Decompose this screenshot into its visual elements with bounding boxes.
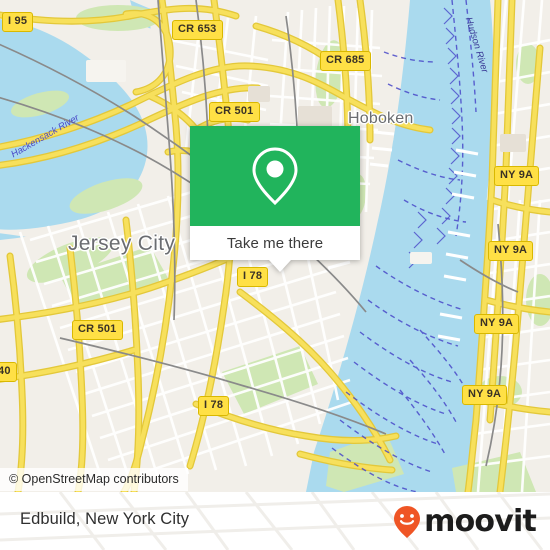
- moovit-map-screenshot: Hackensack River Hudson River Hoboken Je…: [0, 0, 550, 550]
- road-shield-cr653: CR 653: [172, 20, 223, 40]
- moovit-wordmark: moovit: [424, 504, 537, 539]
- take-me-there-button[interactable]: Take me there: [190, 226, 360, 260]
- road-shield-cr501-south: CR 501: [72, 320, 123, 340]
- map-canvas[interactable]: Hackensack River Hudson River Hoboken Je…: [0, 0, 550, 492]
- popup-pointer-tail: [269, 260, 291, 272]
- road-shield-cr685: CR 685: [320, 51, 371, 71]
- road-shield-ny9a-4: NY 9A: [462, 385, 508, 405]
- road-shield-40: 40: [0, 362, 17, 382]
- map-pin-icon: [252, 147, 298, 206]
- road-shield-ny9a-3: NY 9A: [474, 314, 520, 334]
- location-popup[interactable]: Take me there: [190, 126, 360, 272]
- road-shield-cr501-north: CR 501: [209, 102, 260, 122]
- popup-image-panel: [190, 126, 360, 226]
- road-shield-ny9a-1: NY 9A: [494, 166, 540, 186]
- moovit-logo[interactable]: moovit: [392, 504, 537, 539]
- road-shield-i78-north: I 78: [237, 267, 269, 287]
- osm-attribution[interactable]: © OpenStreetMap contributors: [0, 468, 188, 491]
- osm-attribution-label: © OpenStreetMap contributors: [9, 472, 179, 486]
- location-title-label: Edbuild, New York City: [20, 510, 190, 528]
- footer-bar: Edbuild, New York City moovit: [0, 492, 550, 550]
- moovit-smiley-pin-icon: [394, 506, 421, 538]
- location-title: Edbuild, New York City: [20, 510, 189, 529]
- place-label-jersey-city: Jersey City: [68, 232, 176, 255]
- road-shield-i95: I 95: [2, 12, 34, 32]
- road-shield-ny9a-2: NY 9A: [488, 241, 534, 261]
- take-me-there-label: Take me there: [226, 234, 324, 252]
- road-shield-i78-south: I 78: [198, 396, 230, 416]
